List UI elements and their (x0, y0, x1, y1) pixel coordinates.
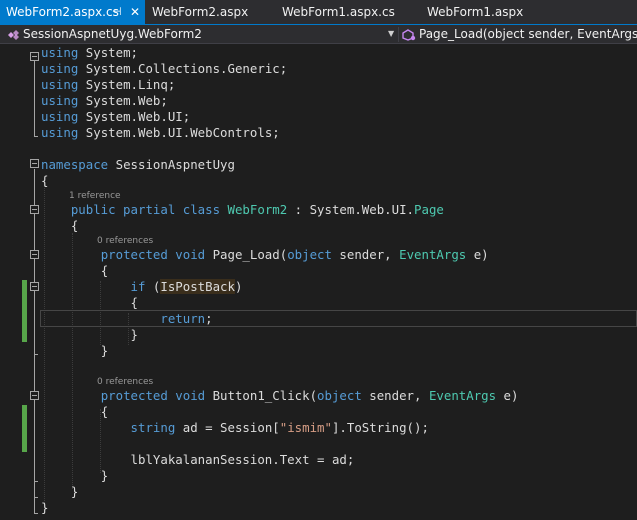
navbar-divider (398, 27, 399, 42)
code-line: { (100, 404, 109, 419)
code-line: return; (160, 311, 213, 326)
code-line: using System.Web; (41, 93, 168, 108)
collapse-toggle-button-click[interactable] (30, 391, 39, 400)
member-selector-value: Page_Load(object sender, EventArgs e) (419, 27, 637, 41)
change-indicator (22, 280, 27, 342)
code-line: { (70, 218, 79, 233)
outline-hook (34, 513, 38, 514)
code-line: { (41, 173, 49, 188)
outline-using-block (34, 57, 35, 136)
document-tab-strip: WebForm2.aspx.cs ⊣ ✕ WebForm2.aspx WebFo… (0, 0, 637, 24)
codelens-references[interactable]: 1 reference (69, 190, 121, 202)
navigation-bar: SessionAspnetUyg.WebForm2 ▼ Page_Load(ob… (0, 24, 637, 44)
code-line: protected void Button1_Click(object send… (100, 388, 519, 403)
type-selector-dropdown[interactable]: SessionAspnetUyg.WebForm2 (6, 25, 396, 44)
tab-webform2-aspx-cs[interactable]: WebForm2.aspx.cs ⊣ ✕ (0, 0, 145, 24)
type-selector-value: SessionAspnetUyg.WebForm2 (23, 27, 202, 41)
code-line: protected void Page_Load(object sender, … (100, 247, 489, 262)
tab-webform2-aspx[interactable]: WebForm2.aspx (146, 0, 274, 24)
close-icon[interactable]: ✕ (130, 0, 140, 24)
code-editor[interactable]: using System; using System.Collections.G… (0, 44, 637, 520)
code-line: string ad = Session["ismim"].ToString(); (130, 420, 429, 435)
code-line: lblYakalananSession.Text = ad; (130, 452, 355, 467)
tab-label: WebForm2.aspx.cs (6, 5, 119, 19)
outline-hook (34, 136, 38, 137)
chevron-down-icon[interactable]: ▼ (388, 25, 394, 44)
outline-hook (34, 354, 38, 355)
tab-label: WebForm1.aspx.cs (282, 5, 395, 19)
code-line: } (100, 343, 109, 358)
pin-icon[interactable]: ⊣ (112, 0, 122, 24)
code-line: namespace SessionAspnetUyg (41, 157, 235, 172)
code-line: public partial class WebForm2 : System.W… (70, 202, 444, 217)
collapse-toggle-class[interactable] (30, 205, 39, 214)
outline-hook (34, 481, 38, 482)
collapse-toggle-using[interactable] (30, 52, 39, 61)
outline-hook (34, 497, 38, 498)
code-line: } (100, 468, 109, 483)
code-line: using System.Collections.Generic; (41, 61, 288, 76)
tab-label: WebForm2.aspx (152, 5, 249, 19)
code-line: using System; (41, 45, 138, 60)
change-indicator (22, 405, 27, 452)
code-line: } (41, 500, 49, 515)
code-line: using System.Linq; (41, 77, 176, 92)
code-line: } (70, 484, 79, 499)
code-line: { (130, 295, 138, 310)
outline-namespace-block (34, 169, 35, 513)
member-selector-dropdown[interactable]: Page_Load(object sender, EventArgs e) (402, 25, 637, 44)
codelens-references[interactable]: 0 references (97, 235, 153, 247)
code-line: using System.Web.UI.WebControls; (41, 125, 280, 140)
tab-webform1-aspx-cs[interactable]: WebForm1.aspx.cs (276, 0, 416, 24)
code-line: using System.Web.UI; (41, 109, 191, 124)
tab-webform1-aspx[interactable]: WebForm1.aspx (421, 0, 541, 24)
collapse-toggle-if[interactable] (30, 282, 39, 291)
codelens-references[interactable]: 0 references (97, 376, 153, 388)
collapse-toggle-page-load[interactable] (30, 250, 39, 259)
collapse-toggle-namespace[interactable] (30, 159, 39, 168)
code-line: if (IsPostBack) (130, 279, 243, 294)
method-icon (402, 28, 416, 41)
code-line: } (130, 327, 138, 342)
class-icon (8, 29, 19, 40)
code-line: { (100, 263, 109, 278)
tab-label: WebForm1.aspx (427, 5, 524, 19)
